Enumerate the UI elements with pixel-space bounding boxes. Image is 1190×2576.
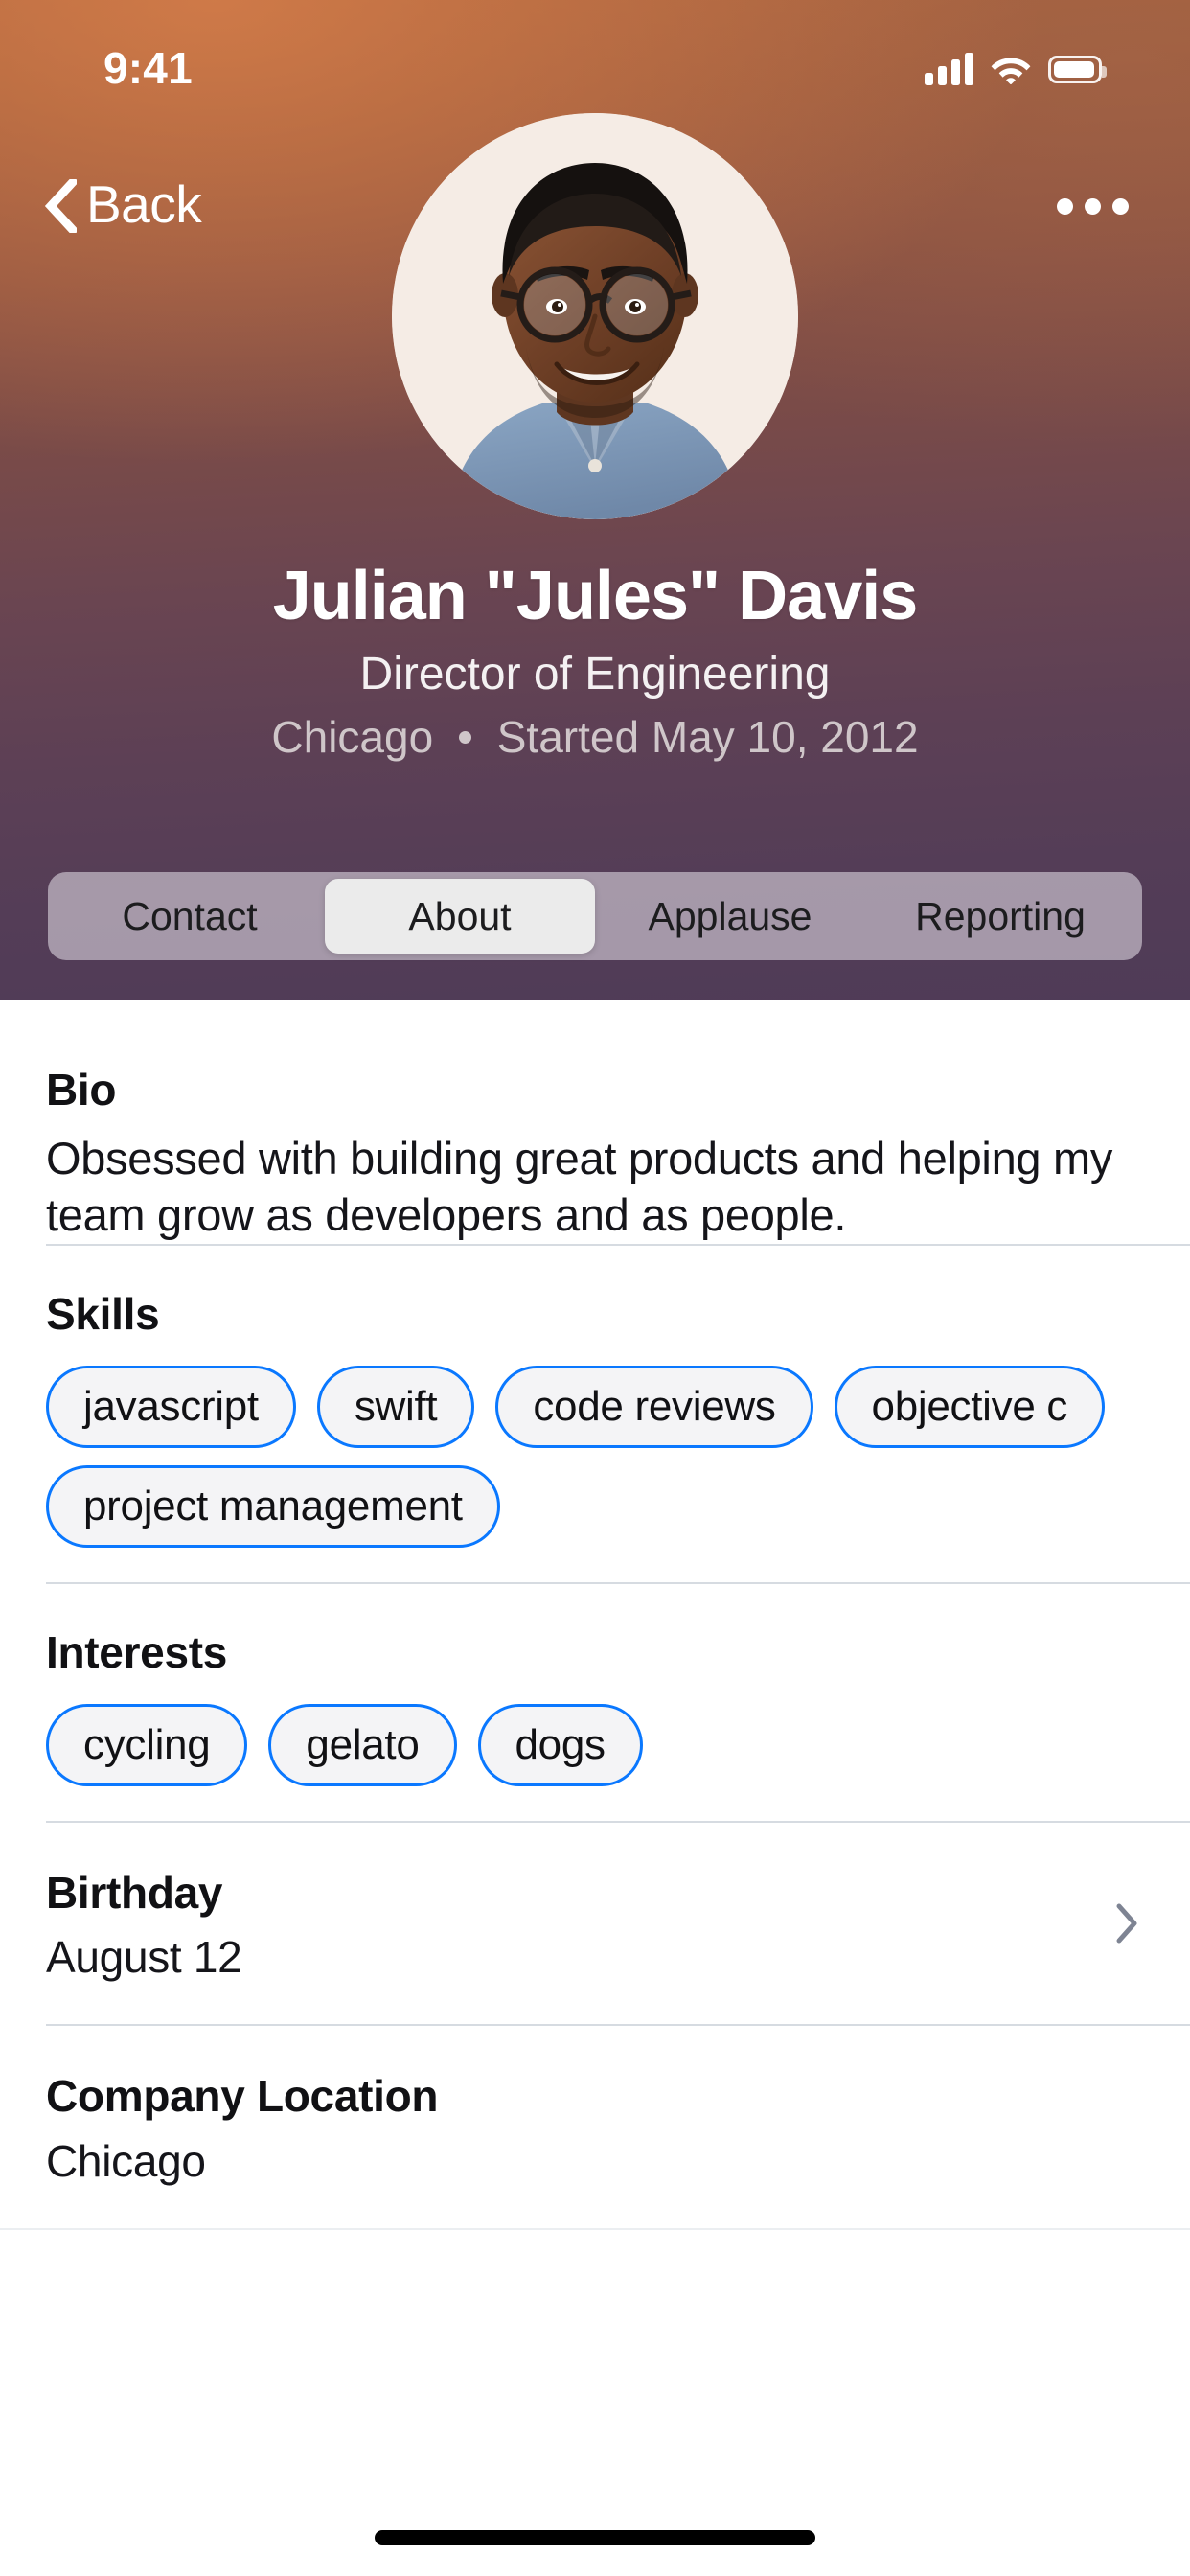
company-location-row: Company Location Chicago [0, 2026, 1190, 2227]
page-title: Julian "Jules" Davis [272, 558, 919, 634]
more-horizontal-icon[interactable] [1051, 181, 1134, 232]
skills-chip-list: javascript swift code reviews objective … [46, 1365, 1144, 1548]
divider [0, 2227, 1190, 2230]
profile-job-title: Director of Engineering [359, 648, 831, 700]
profile-meta: Chicago Started May 10, 2012 [0, 711, 1190, 764]
profile-screen: 9:41 Back Julian "Jules" Davis Director … [0, 0, 1190, 2576]
profile-start-date: Started May 10, 2012 [496, 712, 919, 763]
chevron-right-icon [1116, 1903, 1137, 1944]
tab-reporting[interactable]: Reporting [865, 879, 1135, 954]
skill-chip[interactable]: swift [316, 1365, 475, 1448]
status-time: 9:41 [103, 43, 193, 93]
skills-heading: Skills [46, 1288, 160, 1339]
company-location-value: Chicago [46, 2135, 206, 2186]
interests-section: Interests cycling gelato dogs [0, 1584, 1190, 1821]
bio-section: Bio Obsessed with building great product… [0, 1000, 1190, 1244]
birthday-label: Birthday [46, 1868, 223, 1918]
status-icons [925, 41, 1107, 85]
skills-section: Skills javascript swift code reviews obj… [0, 1246, 1190, 1582]
back-button[interactable]: Back [44, 174, 202, 234]
tab-contact[interactable]: Contact [55, 879, 325, 954]
skill-chip[interactable]: javascript [46, 1365, 296, 1448]
skill-chip[interactable]: code reviews [495, 1365, 813, 1448]
back-button-label: Back [86, 174, 202, 234]
wifi-icon [991, 58, 1031, 84]
profile-identity: Julian "Jules" Davis Director of Enginee… [0, 558, 1190, 764]
company-location-label: Company Location [46, 2071, 439, 2122]
navigation-bar: Back [0, 153, 1190, 259]
home-indicator[interactable] [375, 2530, 815, 2545]
battery-icon [1048, 55, 1107, 83]
birthday-value: August 12 [46, 1932, 242, 1983]
skill-chip[interactable]: project management [46, 1464, 500, 1548]
birthday-row[interactable]: Birthday August 12 [0, 1823, 1190, 2024]
profile-header: 9:41 Back Julian "Jules" Davis Director … [0, 0, 1190, 1000]
profile-location: Chicago [271, 712, 434, 763]
interests-chip-list: cycling gelato dogs [46, 1704, 1144, 1786]
profile-tabs: Contact About Applause Reporting [48, 872, 1142, 960]
about-tab-content: Bio Obsessed with building great product… [0, 1000, 1190, 2576]
interest-chip[interactable]: dogs [477, 1704, 643, 1786]
interest-chip[interactable]: cycling [46, 1704, 248, 1786]
meta-separator-dot [458, 731, 471, 745]
status-bar: 9:41 [0, 0, 1190, 126]
cellular-signal-icon [925, 53, 973, 85]
tab-about[interactable]: About [325, 879, 595, 954]
bio-text: Obsessed with building great products an… [46, 1133, 1113, 1241]
bio-heading: Bio [46, 1065, 117, 1115]
interest-chip[interactable]: gelato [268, 1704, 457, 1786]
chevron-left-icon [44, 179, 77, 233]
interests-heading: Interests [46, 1626, 228, 1677]
skill-chip[interactable]: objective c [834, 1365, 1106, 1448]
tab-applause[interactable]: Applause [595, 879, 865, 954]
